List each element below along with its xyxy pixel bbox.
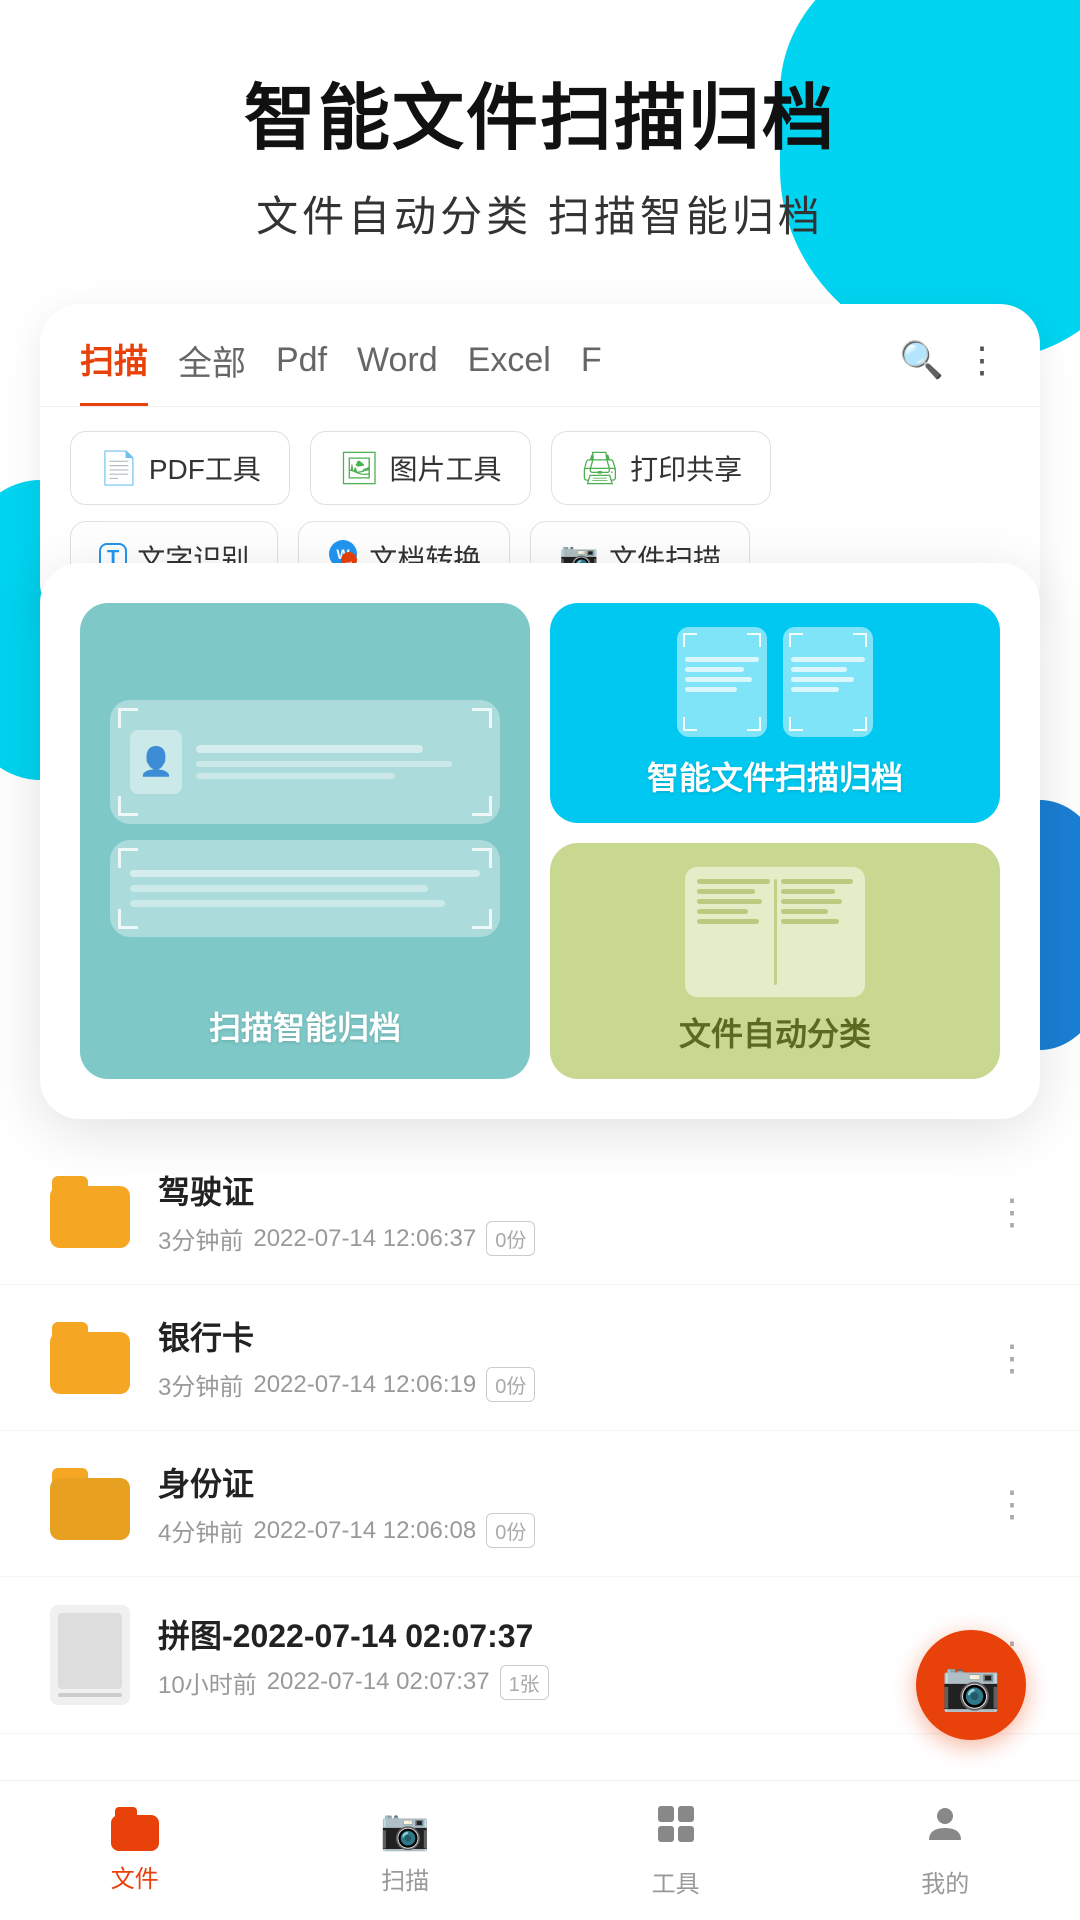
nav-item-scan[interactable]: 📷 扫描	[380, 1806, 430, 1896]
tab-word[interactable]: Word	[357, 341, 438, 400]
file-name: 身份证	[158, 1459, 966, 1505]
feature-grid: 👤	[80, 603, 1000, 1079]
camera-fab-icon: 📷	[941, 1657, 1001, 1714]
doc-pair	[677, 627, 873, 737]
file-item[interactable]: 身份证 4分钟前 2022-07-14 12:06:08 0份 ⋮	[0, 1431, 1080, 1577]
search-icon[interactable]: 🔍	[899, 339, 944, 381]
tab-excel[interactable]: Excel	[468, 341, 551, 400]
more-icon[interactable]: ⋮	[964, 339, 1000, 381]
pdf-icon: 📄	[99, 449, 139, 487]
file-info: 身份证 4分钟前 2022-07-14 12:06:08 0份	[158, 1459, 966, 1548]
file-more-button[interactable]: ⋮	[994, 1191, 1030, 1233]
feature-popup: 👤	[40, 563, 1040, 1119]
file-more-button[interactable]: ⋮	[994, 1483, 1030, 1525]
smart-scan-card[interactable]: 智能文件扫描归档	[550, 603, 1000, 823]
book-page-left	[697, 879, 770, 985]
file-name: 拼图-2022-07-14 02:07:37	[158, 1611, 966, 1657]
image-icon: 🖼	[339, 449, 380, 487]
nav-item-tools[interactable]: 工具	[652, 1802, 700, 1899]
file-item[interactable]: 银行卡 3分钟前 2022-07-14 12:06:19 0份 ⋮	[0, 1285, 1080, 1431]
file-badge: 1张	[500, 1665, 549, 1700]
file-meta: 4分钟前 2022-07-14 12:06:08 0份	[158, 1513, 966, 1548]
print-tool-button[interactable]: 🖨 打印共享	[551, 431, 772, 505]
tab-f[interactable]: F	[581, 341, 602, 400]
file-meta: 3分钟前 2022-07-14 12:06:19 0份	[158, 1367, 966, 1402]
nav-label-files: 文件	[111, 1859, 159, 1894]
file-item[interactable]: 拼图-2022-07-14 02:07:37 10小时前 2022-07-14 …	[0, 1577, 1080, 1734]
file-meta: 10小时前 2022-07-14 02:07:37 1张	[158, 1665, 966, 1700]
scan-illustrations: 👤	[110, 633, 500, 1003]
scan-archive-card[interactable]: 👤	[80, 603, 530, 1079]
book-page-right	[781, 879, 854, 985]
mine-nav-icon	[923, 1802, 967, 1856]
bottom-nav: 文件 📷 扫描 工具 我的	[0, 1780, 1080, 1920]
file-info: 银行卡 3分钟前 2022-07-14 12:06:19 0份	[158, 1313, 966, 1402]
folder-icon	[50, 1322, 130, 1394]
file-info: 拼图-2022-07-14 02:07:37 10小时前 2022-07-14 …	[158, 1611, 966, 1700]
nav-label-tools: 工具	[652, 1864, 700, 1899]
scan-archive-label: 扫描智能归档	[209, 1003, 401, 1049]
camera-fab-button[interactable]: 📷	[916, 1630, 1026, 1740]
files-nav-icon	[111, 1807, 159, 1851]
folder-icon	[50, 1176, 130, 1248]
auto-classify-label: 文件自动分类	[679, 1009, 871, 1055]
file-more-button[interactable]: ⋮	[994, 1337, 1030, 1379]
doc-mock-2	[783, 627, 873, 737]
pdf-tool-button[interactable]: 📄 PDF工具	[70, 431, 290, 505]
tabs-row: 扫描 全部 Pdf Word Excel F 🔍 ⋮	[40, 304, 1040, 407]
tab-actions: 🔍 ⋮	[899, 339, 1000, 401]
app-title: 智能文件扫描归档	[60, 80, 1020, 159]
file-badge: 0份	[486, 1221, 535, 1256]
folder-icon	[50, 1468, 130, 1540]
tools-nav-icon	[654, 1802, 698, 1856]
tab-pdf[interactable]: Pdf	[276, 341, 327, 400]
file-list: 驾驶证 3分钟前 2022-07-14 12:06:37 0份 ⋮ 银行卡 3分…	[0, 1139, 1080, 1734]
nav-item-mine[interactable]: 我的	[921, 1802, 969, 1899]
nav-label-scan: 扫描	[381, 1861, 429, 1896]
doc-mock-1	[677, 627, 767, 737]
scan-nav-icon: 📷	[380, 1806, 430, 1853]
file-name: 驾驶证	[158, 1167, 966, 1213]
smart-scan-label: 智能文件扫描归档	[647, 753, 903, 799]
header: 智能文件扫描归档 文件自动分类 扫描智能归档	[0, 0, 1080, 284]
tab-all[interactable]: 全部	[178, 336, 246, 405]
tools-row-1: 📄 PDF工具 🖼 图片工具 🖨 打印共享	[40, 407, 1040, 521]
auto-classify-card[interactable]: 文件自动分类	[550, 843, 1000, 1079]
book-spine	[774, 879, 777, 985]
nav-item-files[interactable]: 文件	[111, 1807, 159, 1894]
nav-label-mine: 我的	[921, 1864, 969, 1899]
file-info: 驾驶证 3分钟前 2022-07-14 12:06:37 0份	[158, 1167, 966, 1256]
image-tool-button[interactable]: 🖼 图片工具	[310, 431, 531, 505]
file-item[interactable]: 驾驶证 3分钟前 2022-07-14 12:06:37 0份 ⋮	[0, 1139, 1080, 1285]
file-badge: 0份	[486, 1513, 535, 1548]
file-badge: 0份	[486, 1367, 535, 1402]
file-name: 银行卡	[158, 1313, 966, 1359]
feature-right-column: 智能文件扫描归档	[550, 603, 1000, 1079]
app-subtitle: 文件自动分类 扫描智能归档	[60, 183, 1020, 244]
book-mock	[685, 867, 865, 997]
doc-thumbnail	[50, 1605, 130, 1705]
tab-scan[interactable]: 扫描	[80, 334, 148, 406]
print-icon: 🖨	[580, 449, 621, 487]
file-meta: 3分钟前 2022-07-14 12:06:37 0份	[158, 1221, 966, 1256]
